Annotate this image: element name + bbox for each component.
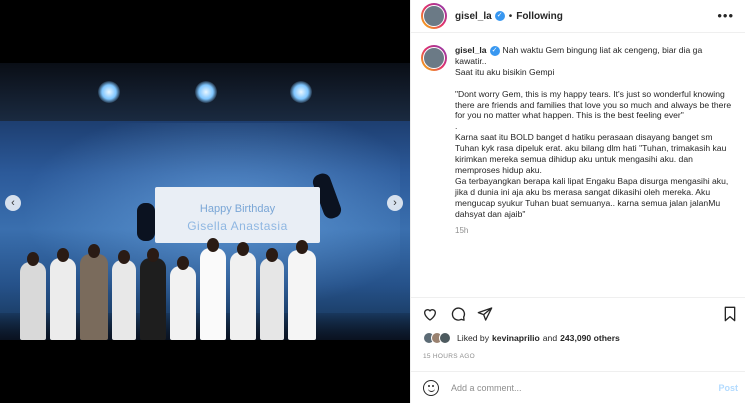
group-of-people [14, 238, 334, 340]
bookmark-icon[interactable] [722, 306, 738, 322]
post-photo[interactable]: Happy Birthday Gisella Anastasia [0, 63, 410, 340]
person [140, 258, 166, 340]
caption-time: 15h [455, 226, 469, 236]
and-label: and [542, 333, 558, 343]
likes-summary: Liked by kevinaprilio and 243,090 others [423, 332, 620, 344]
verified-icon: ✓ [494, 11, 505, 21]
more-icon[interactable]: ••• [717, 8, 734, 23]
verified-icon: ✓ [489, 45, 500, 56]
person [112, 260, 136, 340]
emoji-icon[interactable] [423, 379, 439, 396]
caption-text-4: . [455, 121, 458, 132]
emoji-mouth [427, 388, 435, 392]
head [57, 248, 69, 262]
liked-by-label: Liked by [457, 333, 490, 343]
avatar-image [423, 5, 445, 27]
separator-dot: • [508, 10, 513, 22]
comment-bar: Add a comment... Post [411, 371, 745, 403]
following-button[interactable]: Following [516, 11, 563, 22]
head [177, 256, 189, 270]
head [296, 240, 308, 254]
chevron-left-icon: ‹ [11, 196, 15, 209]
head [266, 248, 278, 262]
head [147, 248, 159, 262]
head [237, 242, 249, 256]
birthday-banner: Happy Birthday Gisella Anastasia [155, 187, 320, 243]
caption-avatar[interactable] [421, 45, 447, 71]
caption-text-6: Ga terbayangkan berapa kali lipat Engaku… [455, 175, 729, 219]
caption-line: gisel_la ✓ Nah waktu Gem bingung liat ak c… [455, 45, 735, 67]
person [288, 250, 316, 340]
chevron-right-icon: › [393, 196, 397, 209]
caption-text-2 [455, 78, 735, 89]
heart-icon[interactable] [422, 306, 438, 322]
person [80, 254, 108, 340]
person [50, 258, 76, 340]
avatar[interactable] [421, 3, 447, 29]
avatar-image [423, 47, 445, 69]
posted-time[interactable]: 15 HOURS AGO [423, 353, 475, 360]
caption-body: gisel_la ✓ Nah waktu Gem bingung liat ak c… [455, 45, 735, 237]
action-bar [411, 297, 745, 329]
caption: gisel_la ✓ Nah waktu Gem bingung liat ak c… [421, 45, 739, 237]
head [207, 238, 219, 252]
next-photo-button[interactable]: › [387, 195, 403, 211]
post-comment-button[interactable]: Post [718, 383, 738, 393]
person [260, 258, 284, 340]
comment-input[interactable]: Add a comment... [451, 383, 718, 393]
person [20, 262, 46, 340]
banner-line-2: Gisella Anastasia [187, 219, 288, 233]
ceiling-light [290, 81, 312, 103]
caption-text-5: Karna saat itu BOLD banget d hatiku pera… [455, 132, 727, 175]
likes-count[interactable]: 243,090 others [560, 333, 620, 343]
caption-text-1: Saat itu aku bisikin Gempi [455, 66, 555, 77]
person [200, 248, 226, 340]
liker-username[interactable]: kevinaprilio [492, 333, 540, 343]
post-header: gisel_la ✓ • Following ••• [411, 0, 745, 33]
banner-line-1: Happy Birthday [199, 203, 276, 215]
post-panel: gisel_la ✓ • Following ••• gisel_la ✓ Nah … [410, 0, 745, 403]
caption-text-3: "Dont worry Gem, this is my happy tears.… [455, 88, 732, 121]
previous-photo-button[interactable]: ‹ [5, 195, 21, 211]
person [230, 252, 256, 340]
comment-icon[interactable] [450, 306, 466, 322]
header-username[interactable]: gisel_la [455, 11, 492, 22]
head [27, 252, 39, 266]
ceiling-light [98, 81, 120, 103]
caption-username[interactable]: gisel_la [455, 45, 487, 55]
ceiling-light [195, 81, 217, 103]
liker-avatars [423, 332, 451, 344]
person [170, 266, 196, 340]
post-media: Happy Birthday Gisella Anastasia ‹ › [0, 0, 410, 403]
liker-avatar[interactable] [439, 332, 451, 344]
share-icon[interactable] [477, 306, 493, 322]
diver-figure [137, 203, 155, 241]
head [118, 250, 130, 264]
head [88, 244, 100, 258]
